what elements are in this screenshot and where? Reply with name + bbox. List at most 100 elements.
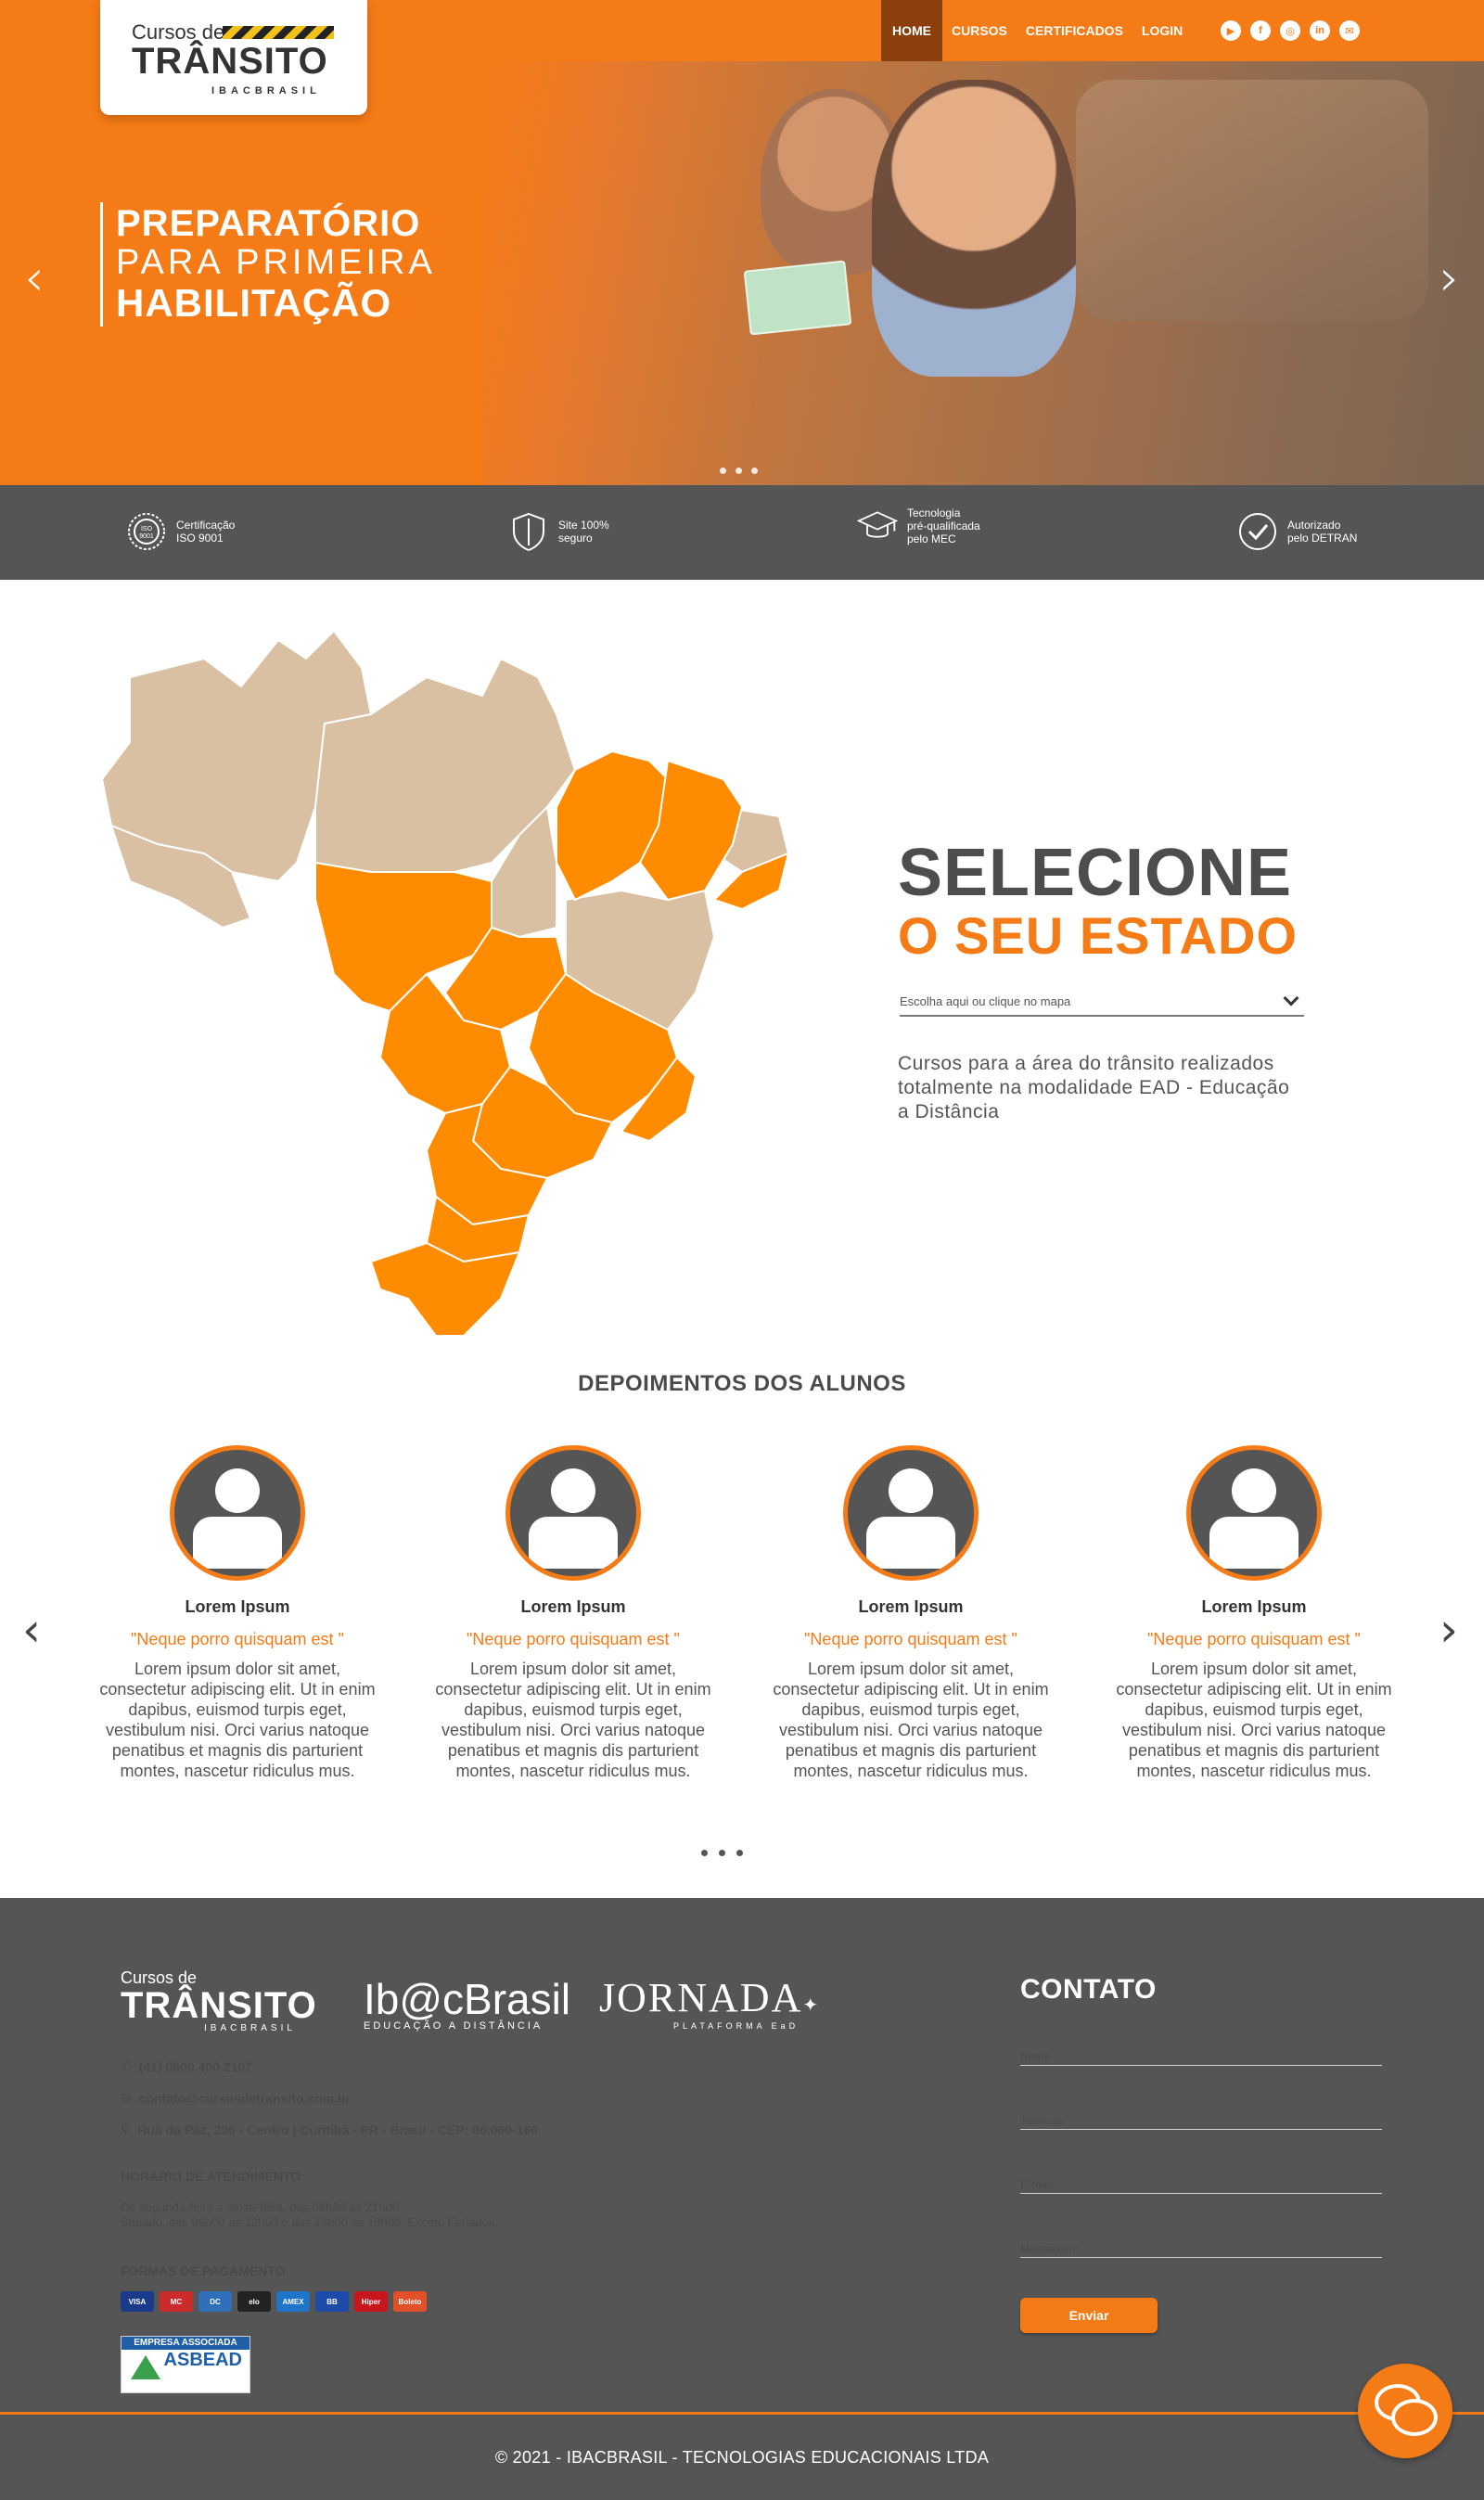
banco-do-brasil-icon: BB (315, 2291, 349, 2312)
linkedin-icon[interactable]: in (1310, 20, 1330, 41)
feature-detran-text: Autorizado pelo DETRAN (1287, 519, 1358, 545)
email-icon[interactable]: ✉ (1339, 20, 1360, 41)
testimonials-title: DEPOIMENTOS DOS ALUNOS (578, 1371, 906, 1396)
contact-message-field[interactable]: Mensagem: (1020, 2242, 1382, 2258)
state-dropdown-placeholder: Escolha aqui ou clique no mapa (900, 994, 1071, 1008)
feature-secure-text: Site 100% seguro (558, 519, 609, 545)
avatar-icon (843, 1445, 979, 1581)
select-state-subtitle: O SEU ESTADO (898, 906, 1298, 965)
elo-icon: elo (237, 2291, 271, 2312)
check-circle-icon (1237, 511, 1278, 552)
hero-slide-dots (720, 468, 758, 474)
svg-text:ISO: ISO (141, 526, 153, 532)
testimonials-dots (701, 1850, 743, 1856)
svg-text:9001: 9001 (139, 533, 154, 540)
footer-logo-big: TRÂNSITO (121, 1985, 317, 2026)
site-logo[interactable]: Cursos de TRÂNSITO IBACBRASIL (100, 0, 367, 115)
hours-line-2: Sábado, das 09h00 às 12h00 e das 13h00 à… (121, 2215, 498, 2229)
amex-icon: AMEX (276, 2291, 310, 2312)
youtube-icon[interactable]: ▶ (1221, 20, 1241, 41)
testimonials-next-arrow-icon[interactable]: › (1439, 1603, 1458, 1657)
payment-methods: VISA MC DC elo AMEX BB Hiper Boleto (121, 2291, 427, 2312)
testimonial-card: Lorem Ipsum "Neque porro quisquam est " … (762, 1445, 1059, 1781)
nav-home[interactable]: HOME (881, 0, 942, 61)
hero-next-arrow-icon[interactable]: › (1439, 249, 1460, 307)
asbead-badge[interactable]: EMPRESA ASSOCIADA ASBEAD (121, 2336, 250, 2393)
hero-prev-arrow-icon[interactable]: ‹ (24, 249, 45, 307)
visa-icon: VISA (121, 2291, 154, 2312)
avatar-icon (1186, 1445, 1322, 1581)
nav-login[interactable]: LOGIN (1132, 0, 1192, 61)
testimonial-name: Lorem Ipsum (858, 1597, 964, 1616)
footer-logo2-sub: EDUCAÇÃO A DISTÂNCIA (364, 2020, 544, 2032)
hours-line-1: De segunda-feira a sexta-feira, das 08h3… (121, 2200, 403, 2214)
testimonial-card: Lorem Ipsum "Neque porro quisquam est " … (1106, 1445, 1402, 1781)
hipercard-icon: Hiper (354, 2291, 388, 2312)
testimonial-text: Lorem ipsum dolor sit amet, consectetur … (99, 1660, 376, 1780)
social-links: ▶ f ◎ in ✉ (1221, 20, 1360, 41)
hero-dot[interactable] (720, 468, 726, 474)
contact-phone-field[interactable]: Telefone: (1020, 2114, 1382, 2130)
testimonials-prev-arrow-icon[interactable]: ‹ (22, 1603, 41, 1657)
graduation-cap-icon (857, 506, 898, 546)
testimonial-name: Lorem Ipsum (185, 1597, 290, 1616)
testimonial-dot[interactable] (736, 1850, 743, 1856)
logo-sub-text: IBACBRASIL (211, 85, 321, 96)
testimonial-text: Lorem ipsum dolor sit amet, consectetur … (435, 1660, 711, 1780)
testimonial-text: Lorem ipsum dolor sit amet, consectetur … (773, 1660, 1049, 1780)
nav-certificados[interactable]: CERTIFICADOS (1017, 0, 1132, 61)
footer-address-text: Rua da Paz, 236 - Centro | Curitiba - PR… (137, 2122, 539, 2137)
footer-email[interactable]: ✉ contato@cursosdetransito.com.br (121, 2090, 351, 2106)
diners-icon: DC (198, 2291, 232, 2312)
testimonial-dot[interactable] (701, 1850, 708, 1856)
avatar-icon (505, 1445, 641, 1581)
feature-iso: ISO 9001 Certificação ISO 9001 (126, 511, 235, 552)
footer-logo2-text: Ib@cBrasil (364, 1975, 571, 2023)
logo-big-text: TRÂNSITO (132, 41, 328, 82)
payments-title: FORMAS DE PAGAMENTO (121, 2263, 286, 2278)
instagram-icon[interactable]: ◎ (1280, 20, 1300, 41)
brazil-map (93, 622, 798, 1345)
ead-description: Cursos para a área do trânsito realizado… (898, 1053, 1290, 1122)
shield-icon (508, 511, 549, 552)
testimonial-dot[interactable] (719, 1850, 725, 1856)
footer-logo3-sub: PLATAFORMA EaD (673, 2021, 800, 2031)
testimonial-text: Lorem ipsum dolor sit amet, consectetur … (1116, 1660, 1392, 1780)
hero-dot[interactable] (751, 468, 758, 474)
feature-iso-text: Certificação ISO 9001 (176, 519, 236, 545)
contact-title: CONTATO (1020, 1974, 1157, 2005)
chat-bubble-icon[interactable] (1358, 2364, 1452, 2458)
hero-line-3: HABILITAÇÃO (116, 281, 392, 325)
map-state-rs (369, 1241, 521, 1337)
state-dropdown[interactable]: Escolha aqui ou clique no mapa (900, 987, 1304, 1017)
footer-logo-ibacbrasil[interactable]: Ib@cBrasil EDUCAÇÃO A DISTÂNCIA (364, 1974, 570, 2032)
footer-phone[interactable]: ✆ (41) 0800 400 2107 (121, 2058, 252, 2074)
iso-badge-icon: ISO 9001 (126, 511, 167, 552)
avatar-icon (170, 1445, 305, 1581)
nav-cursos[interactable]: CURSOS (942, 0, 1017, 61)
testimonial-name: Lorem Ipsum (1201, 1597, 1307, 1616)
facebook-icon[interactable]: f (1250, 20, 1271, 41)
testimonial-quote: "Neque porro quisquam est " (131, 1630, 344, 1648)
send-button[interactable]: Enviar (1020, 2298, 1158, 2333)
main-nav: HOME CURSOS CERTIFICADOS LOGIN (881, 0, 1192, 61)
phone-icon: ✆ (121, 2058, 132, 2073)
testimonial-quote: "Neque porro quisquam est " (1147, 1630, 1361, 1648)
hours-title: HORÁRIO DE ATENDIMENTO: (121, 2169, 305, 2184)
footer-logo-jornada[interactable]: JORNADA✦ PLATAFORMA EaD (599, 1974, 820, 2031)
footer-logo-cursos-de-transito[interactable]: Cursos de TRÂNSITO IBACBRASIL (121, 1968, 317, 2033)
testimonial-name: Lorem Ipsum (520, 1597, 626, 1616)
hero-dot[interactable] (736, 468, 742, 474)
feature-detran: Autorizado pelo DETRAN (1237, 511, 1357, 552)
testimonial-card: Lorem Ipsum "Neque porro quisquam est " … (425, 1445, 722, 1781)
contact-name-field[interactable]: Nome: (1020, 2050, 1382, 2066)
hero-photo-car (1076, 80, 1428, 321)
boleto-icon: Boleto (393, 2291, 427, 2312)
contact-email-field[interactable]: E-mail: (1020, 2178, 1382, 2194)
mastercard-icon: MC (160, 2291, 193, 2312)
chevron-down-icon (1283, 990, 1299, 1006)
hero-headline: PREPARATÓRIO PARA PRIMEIRA HABILITAÇÃO (100, 202, 436, 327)
envelope-icon: ✉ (121, 2090, 132, 2105)
select-state-title: SELECIONE (898, 836, 1293, 910)
hero-line-1: PREPARATÓRIO (116, 203, 421, 244)
